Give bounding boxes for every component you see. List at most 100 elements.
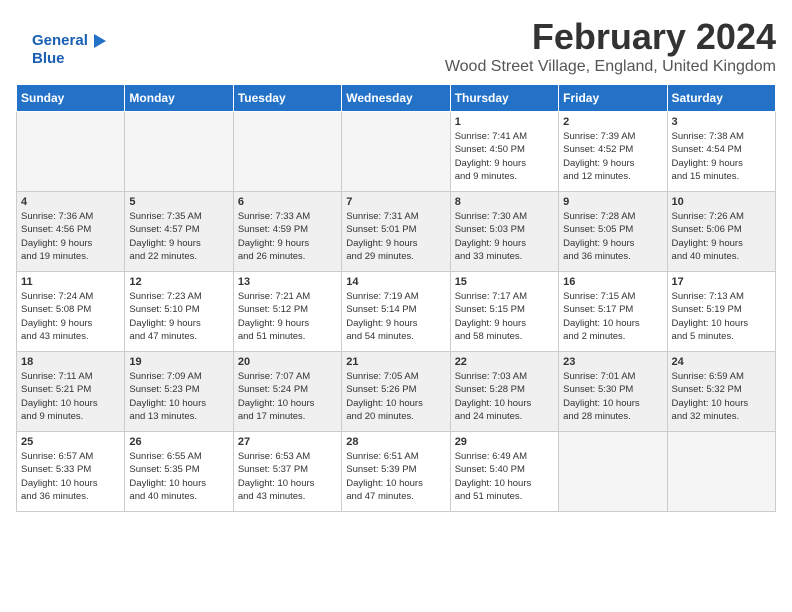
cell-info: Sunrise: 7:11 AMSunset: 5:21 PMDaylight:… <box>21 370 120 423</box>
calendar-cell <box>342 112 450 192</box>
cell-info: Sunrise: 6:55 AMSunset: 5:35 PMDaylight:… <box>129 450 228 503</box>
calendar-cell: 8 Sunrise: 7:30 AMSunset: 5:03 PMDaylight… <box>450 192 558 272</box>
cell-info: Sunrise: 7:03 AMSunset: 5:28 PMDaylight:… <box>455 370 554 423</box>
cell-info: Sunrise: 7:05 AMSunset: 5:26 PMDaylight:… <box>346 370 445 423</box>
cell-info: Sunrise: 7:31 AMSunset: 5:01 PMDaylight:… <box>346 210 445 263</box>
header-monday: Monday <box>125 85 233 112</box>
day-number: 6 <box>238 196 337 208</box>
day-number: 2 <box>563 116 662 128</box>
header-tuesday: Tuesday <box>233 85 341 112</box>
day-number: 8 <box>455 196 554 208</box>
calendar-cell: 15Sunrise: 7:17 AMSunset: 5:15 PMDayligh… <box>450 272 558 352</box>
calendar-cell: 29 Sunrise: 6:49 AMSunset: 5:40 PMDayligh… <box>450 432 558 512</box>
calendar-cell: 9Sunrise: 7:28 AMSunset: 5:05 PMDaylight… <box>559 192 667 272</box>
calendar-table: Sunday Monday Tuesday Wednesday Thursday… <box>16 84 776 512</box>
calendar-cell: 13Sunrise: 7:21 AMSunset: 5:12 PMDayligh… <box>233 272 341 352</box>
cell-info: Sunrise: 6:51 AMSunset: 5:39 PMDaylight:… <box>346 450 445 503</box>
logo-line2: Blue <box>32 50 106 68</box>
calendar-cell: 16Sunrise: 7:15 AMSunset: 5:17 PMDayligh… <box>559 272 667 352</box>
header-saturday: Saturday <box>667 85 775 112</box>
day-number: 5 <box>129 196 228 208</box>
cell-info: Sunrise: 7:30 AMSunset: 5:03 PMDaylight:… <box>455 210 554 263</box>
day-number: 20 <box>238 356 337 368</box>
calendar-cell: 20Sunrise: 7:07 AMSunset: 5:24 PMDayligh… <box>233 352 341 432</box>
day-number: 23 <box>563 356 662 368</box>
day-number: 15 <box>455 276 554 288</box>
calendar-cell: 24 Sunrise: 6:59 AMSunset: 5:32 PMDayligh… <box>667 352 775 432</box>
calendar-cell: 23 Sunrise: 7:01 AMSunset: 5:30 PMDayligh… <box>559 352 667 432</box>
calendar-cell: 22 Sunrise: 7:03 AMSunset: 5:28 PMDayligh… <box>450 352 558 432</box>
calendar-cell: 27 Sunrise: 6:53 AMSunset: 5:37 PMDayligh… <box>233 432 341 512</box>
calendar-cell: 12 Sunrise: 7:23 AMSunset: 5:10 PMDayligh… <box>125 272 233 352</box>
cell-info: Sunrise: 7:19 AMSunset: 5:14 PMDaylight:… <box>346 290 445 343</box>
calendar-cell <box>233 112 341 192</box>
logo: General Blue <box>32 32 106 68</box>
calendar-week-row: 11 Sunrise: 7:24 AMSunset: 5:08 PMDayligh… <box>17 272 776 352</box>
day-number: 28 <box>346 436 445 448</box>
day-number: 25 <box>21 436 120 448</box>
day-number: 29 <box>455 436 554 448</box>
calendar-week-row: 25Sunrise: 6:57 AMSunset: 5:33 PMDayligh… <box>17 432 776 512</box>
calendar-cell: 11 Sunrise: 7:24 AMSunset: 5:08 PMDayligh… <box>17 272 125 352</box>
day-number: 22 <box>455 356 554 368</box>
cell-info: Sunrise: 7:21 AMSunset: 5:12 PMDaylight:… <box>238 290 337 343</box>
day-number: 4 <box>21 196 120 208</box>
cell-info: Sunrise: 7:26 AMSunset: 5:06 PMDaylight:… <box>672 210 771 263</box>
calendar-cell: 17 Sunrise: 7:13 AMSunset: 5:19 PMDayligh… <box>667 272 775 352</box>
cell-info: Sunrise: 7:09 AMSunset: 5:23 PMDaylight:… <box>129 370 228 423</box>
cell-info: Sunrise: 7:39 AMSunset: 4:52 PMDaylight:… <box>563 130 662 183</box>
cell-info: Sunrise: 6:59 AMSunset: 5:32 PMDaylight:… <box>672 370 771 423</box>
calendar-cell: 18 Sunrise: 7:11 AMSunset: 5:21 PMDayligh… <box>17 352 125 432</box>
calendar-cell <box>125 112 233 192</box>
header-section: February 2024 Wood Street Village, Engla… <box>16 16 776 76</box>
day-number: 14 <box>346 276 445 288</box>
day-number: 17 <box>672 276 771 288</box>
cell-info: Sunrise: 7:35 AMSunset: 4:57 PMDaylight:… <box>129 210 228 263</box>
calendar-week-row: 1 Sunrise: 7:41 AMSunset: 4:50 PMDaylight… <box>17 112 776 192</box>
day-number: 21 <box>346 356 445 368</box>
calendar-cell <box>667 432 775 512</box>
cell-info: Sunrise: 6:49 AMSunset: 5:40 PMDaylight:… <box>455 450 554 503</box>
calendar-cell <box>17 112 125 192</box>
header-thursday: Thursday <box>450 85 558 112</box>
cell-info: Sunrise: 7:33 AMSunset: 4:59 PMDaylight:… <box>238 210 337 263</box>
day-number: 10 <box>672 196 771 208</box>
cell-info: Sunrise: 7:01 AMSunset: 5:30 PMDaylight:… <box>563 370 662 423</box>
day-number: 1 <box>455 116 554 128</box>
day-number: 7 <box>346 196 445 208</box>
calendar-cell: 26 Sunrise: 6:55 AMSunset: 5:35 PMDayligh… <box>125 432 233 512</box>
header-wednesday: Wednesday <box>342 85 450 112</box>
header-friday: Friday <box>559 85 667 112</box>
cell-info: Sunrise: 7:15 AMSunset: 5:17 PMDaylight:… <box>563 290 662 343</box>
day-number: 18 <box>21 356 120 368</box>
day-number: 24 <box>672 356 771 368</box>
calendar-cell: 1 Sunrise: 7:41 AMSunset: 4:50 PMDaylight… <box>450 112 558 192</box>
calendar-cell: 5 Sunrise: 7:35 AMSunset: 4:57 PMDaylight… <box>125 192 233 272</box>
cell-info: Sunrise: 7:38 AMSunset: 4:54 PMDaylight:… <box>672 130 771 183</box>
calendar-cell: 14 Sunrise: 7:19 AMSunset: 5:14 PMDayligh… <box>342 272 450 352</box>
calendar-cell: 7 Sunrise: 7:31 AMSunset: 5:01 PMDaylight… <box>342 192 450 272</box>
day-number: 3 <box>672 116 771 128</box>
cell-info: Sunrise: 6:53 AMSunset: 5:37 PMDaylight:… <box>238 450 337 503</box>
calendar-cell: 21 Sunrise: 7:05 AMSunset: 5:26 PMDayligh… <box>342 352 450 432</box>
cell-info: Sunrise: 7:13 AMSunset: 5:19 PMDaylight:… <box>672 290 771 343</box>
cell-info: Sunrise: 7:41 AMSunset: 4:50 PMDaylight:… <box>455 130 554 183</box>
cell-info: Sunrise: 7:24 AMSunset: 5:08 PMDaylight:… <box>21 290 120 343</box>
location-subtitle: Wood Street Village, England, United Kin… <box>16 58 776 76</box>
calendar-cell: 10 Sunrise: 7:26 AMSunset: 5:06 PMDayligh… <box>667 192 775 272</box>
calendar-week-row: 18 Sunrise: 7:11 AMSunset: 5:21 PMDayligh… <box>17 352 776 432</box>
month-title: February 2024 <box>16 16 776 58</box>
weekday-header-row: Sunday Monday Tuesday Wednesday Thursday… <box>17 85 776 112</box>
day-number: 19 <box>129 356 228 368</box>
day-number: 27 <box>238 436 337 448</box>
cell-info: Sunrise: 7:28 AMSunset: 5:05 PMDaylight:… <box>563 210 662 263</box>
calendar-cell: 6 Sunrise: 7:33 AMSunset: 4:59 PMDaylight… <box>233 192 341 272</box>
calendar-cell: 25Sunrise: 6:57 AMSunset: 5:33 PMDayligh… <box>17 432 125 512</box>
cell-info: Sunrise: 7:36 AMSunset: 4:56 PMDaylight:… <box>21 210 120 263</box>
day-number: 26 <box>129 436 228 448</box>
day-number: 11 <box>21 276 120 288</box>
calendar-cell: 19 Sunrise: 7:09 AMSunset: 5:23 PMDayligh… <box>125 352 233 432</box>
cell-info: Sunrise: 7:23 AMSunset: 5:10 PMDaylight:… <box>129 290 228 343</box>
day-number: 12 <box>129 276 228 288</box>
logo-line1: General <box>32 32 106 50</box>
